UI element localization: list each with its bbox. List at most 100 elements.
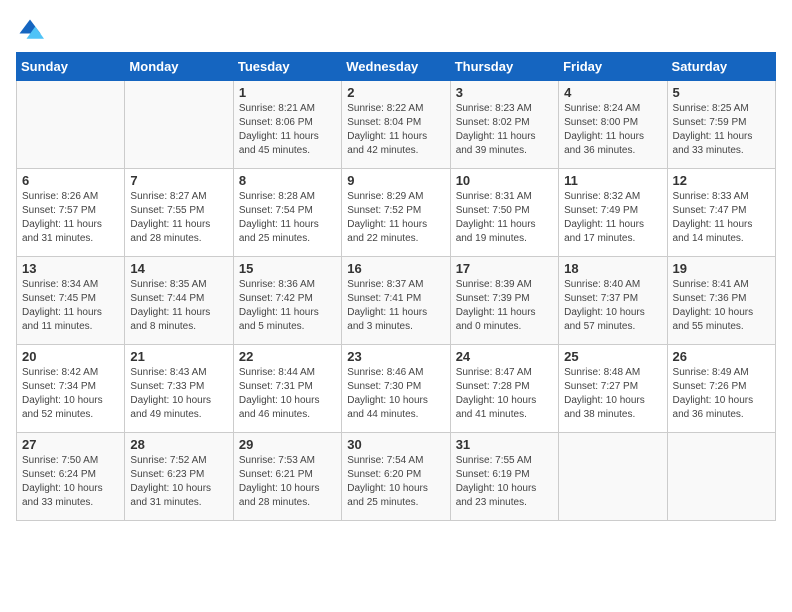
calendar-cell: 27 Sunrise: 7:50 AM Sunset: 6:24 PM Dayli… xyxy=(17,433,125,521)
day-info: Sunrise: 8:29 AM Sunset: 7:52 PM Dayligh… xyxy=(347,190,444,246)
day-number: 17 xyxy=(456,261,553,276)
day-number: 20 xyxy=(22,349,119,364)
calendar-cell: 12 Sunrise: 8:33 AM Sunset: 7:47 PM Dayli… xyxy=(667,169,775,257)
day-number: 2 xyxy=(347,85,444,100)
day-info: Sunrise: 8:26 AM Sunset: 7:57 PM Dayligh… xyxy=(22,190,119,246)
calendar-cell xyxy=(667,433,775,521)
calendar-cell: 24Sunrise: 8:47 AM Sunset: 7:28 PM Dayli… xyxy=(450,345,558,433)
day-number: 10 xyxy=(456,173,553,188)
calendar-cell xyxy=(125,81,233,169)
day-info: Sunrise: 8:46 AM Sunset: 7:30 PM Dayligh… xyxy=(347,366,444,422)
day-number: 14 xyxy=(130,261,227,276)
day-number: 18 xyxy=(564,261,661,276)
page-header xyxy=(16,16,776,44)
day-info: Sunrise: 7:53 AM Sunset: 6:21 PM Dayligh… xyxy=(239,454,336,510)
day-number: 5 xyxy=(673,85,770,100)
day-number: 31 xyxy=(456,437,553,452)
calendar-cell: 20 Sunrise: 8:42 AM Sunset: 7:34 PM Dayli… xyxy=(17,345,125,433)
day-info: Sunrise: 8:32 AM Sunset: 7:49 PM Dayligh… xyxy=(564,190,661,246)
day-info: Sunrise: 8:37 AM Sunset: 7:41 PM Dayligh… xyxy=(347,278,444,334)
day-info: Sunrise: 8:24 AM Sunset: 8:00 PM Dayligh… xyxy=(564,102,661,158)
day-info: Sunrise: 8:34 AM Sunset: 7:45 PM Dayligh… xyxy=(22,278,119,334)
day-number: 13 xyxy=(22,261,119,276)
calendar-cell: 30 Sunrise: 7:54 AM Sunset: 6:20 PM Dayli… xyxy=(342,433,450,521)
weekday-header-tuesday: Tuesday xyxy=(233,53,341,81)
calendar-week-5: 27 Sunrise: 7:50 AM Sunset: 6:24 PM Dayli… xyxy=(17,433,776,521)
day-info: Sunrise: 7:50 AM Sunset: 6:24 PM Dayligh… xyxy=(22,454,119,510)
logo xyxy=(16,16,48,44)
day-info: Sunrise: 8:42 AM Sunset: 7:34 PM Dayligh… xyxy=(22,366,119,422)
weekday-header-wednesday: Wednesday xyxy=(342,53,450,81)
day-number: 22 xyxy=(239,349,336,364)
day-info: Sunrise: 7:55 AM Sunset: 6:19 PM Dayligh… xyxy=(456,454,553,510)
weekday-header-friday: Friday xyxy=(559,53,667,81)
day-number: 8 xyxy=(239,173,336,188)
day-info: Sunrise: 7:54 AM Sunset: 6:20 PM Dayligh… xyxy=(347,454,444,510)
day-info: Sunrise: 8:48 AM Sunset: 7:27 PM Dayligh… xyxy=(564,366,661,422)
logo-icon xyxy=(16,16,44,44)
calendar-cell: 10 Sunrise: 8:31 AM Sunset: 7:50 PM Dayli… xyxy=(450,169,558,257)
day-number: 25 xyxy=(564,349,661,364)
calendar-cell: 25 Sunrise: 8:48 AM Sunset: 7:27 PM Dayli… xyxy=(559,345,667,433)
day-number: 26 xyxy=(673,349,770,364)
day-number: 6 xyxy=(22,173,119,188)
day-number: 7 xyxy=(130,173,227,188)
day-number: 15 xyxy=(239,261,336,276)
weekday-header-monday: Monday xyxy=(125,53,233,81)
calendar-cell xyxy=(17,81,125,169)
day-info: Sunrise: 8:36 AM Sunset: 7:42 PM Dayligh… xyxy=(239,278,336,334)
day-info: Sunrise: 8:47 AM Sunset: 7:28 PM Dayligh… xyxy=(456,366,553,422)
calendar-cell: 11 Sunrise: 8:32 AM Sunset: 7:49 PM Dayli… xyxy=(559,169,667,257)
calendar-cell: 6 Sunrise: 8:26 AM Sunset: 7:57 PM Daylig… xyxy=(17,169,125,257)
weekday-header-sunday: Sunday xyxy=(17,53,125,81)
day-info: Sunrise: 7:52 AM Sunset: 6:23 PM Dayligh… xyxy=(130,454,227,510)
day-info: Sunrise: 8:39 AM Sunset: 7:39 PM Dayligh… xyxy=(456,278,553,334)
calendar-cell: 8 Sunrise: 8:28 AM Sunset: 7:54 PM Daylig… xyxy=(233,169,341,257)
day-info: Sunrise: 8:49 AM Sunset: 7:26 PM Dayligh… xyxy=(673,366,770,422)
calendar-table: SundayMondayTuesdayWednesdayThursdayFrid… xyxy=(16,52,776,521)
calendar-cell: 31 Sunrise: 7:55 AM Sunset: 6:19 PM Dayli… xyxy=(450,433,558,521)
calendar-cell: 21Sunrise: 8:43 AM Sunset: 7:33 PM Dayli… xyxy=(125,345,233,433)
calendar-cell xyxy=(559,433,667,521)
day-number: 4 xyxy=(564,85,661,100)
calendar-cell: 14 Sunrise: 8:35 AM Sunset: 7:44 PM Dayli… xyxy=(125,257,233,345)
calendar-cell: 7 Sunrise: 8:27 AM Sunset: 7:55 PM Daylig… xyxy=(125,169,233,257)
day-number: 12 xyxy=(673,173,770,188)
day-info: Sunrise: 8:27 AM Sunset: 7:55 PM Dayligh… xyxy=(130,190,227,246)
day-number: 9 xyxy=(347,173,444,188)
calendar-cell: 17 Sunrise: 8:39 AM Sunset: 7:39 PM Dayli… xyxy=(450,257,558,345)
day-number: 23 xyxy=(347,349,444,364)
day-number: 16 xyxy=(347,261,444,276)
day-number: 3 xyxy=(456,85,553,100)
calendar-cell: 19Sunrise: 8:41 AM Sunset: 7:36 PM Dayli… xyxy=(667,257,775,345)
calendar-cell: 4 Sunrise: 8:24 AM Sunset: 8:00 PM Daylig… xyxy=(559,81,667,169)
calendar-cell: 5Sunrise: 8:25 AM Sunset: 7:59 PM Daylig… xyxy=(667,81,775,169)
day-info: Sunrise: 8:33 AM Sunset: 7:47 PM Dayligh… xyxy=(673,190,770,246)
calendar-cell: 16 Sunrise: 8:37 AM Sunset: 7:41 PM Dayli… xyxy=(342,257,450,345)
day-info: Sunrise: 8:28 AM Sunset: 7:54 PM Dayligh… xyxy=(239,190,336,246)
day-info: Sunrise: 8:35 AM Sunset: 7:44 PM Dayligh… xyxy=(130,278,227,334)
day-number: 30 xyxy=(347,437,444,452)
calendar-cell: 26 Sunrise: 8:49 AM Sunset: 7:26 PM Dayli… xyxy=(667,345,775,433)
calendar-cell: 23 Sunrise: 8:46 AM Sunset: 7:30 PM Dayli… xyxy=(342,345,450,433)
day-info: Sunrise: 8:43 AM Sunset: 7:33 PM Dayligh… xyxy=(130,366,227,422)
day-number: 11 xyxy=(564,173,661,188)
day-info: Sunrise: 8:44 AM Sunset: 7:31 PM Dayligh… xyxy=(239,366,336,422)
day-number: 27 xyxy=(22,437,119,452)
calendar-cell: 2 Sunrise: 8:22 AM Sunset: 8:04 PM Daylig… xyxy=(342,81,450,169)
day-info: Sunrise: 8:22 AM Sunset: 8:04 PM Dayligh… xyxy=(347,102,444,158)
weekday-header-saturday: Saturday xyxy=(667,53,775,81)
calendar-header: SundayMondayTuesdayWednesdayThursdayFrid… xyxy=(17,53,776,81)
calendar-cell: 3Sunrise: 8:23 AM Sunset: 8:02 PM Daylig… xyxy=(450,81,558,169)
calendar-cell: 1Sunrise: 8:21 AM Sunset: 8:06 PM Daylig… xyxy=(233,81,341,169)
day-number: 19 xyxy=(673,261,770,276)
day-number: 29 xyxy=(239,437,336,452)
calendar-body: 1Sunrise: 8:21 AM Sunset: 8:06 PM Daylig… xyxy=(17,81,776,521)
calendar-cell: 28Sunrise: 7:52 AM Sunset: 6:23 PM Dayli… xyxy=(125,433,233,521)
day-info: Sunrise: 8:31 AM Sunset: 7:50 PM Dayligh… xyxy=(456,190,553,246)
calendar-cell: 22 Sunrise: 8:44 AM Sunset: 7:31 PM Dayli… xyxy=(233,345,341,433)
day-number: 1 xyxy=(239,85,336,100)
calendar-week-4: 20 Sunrise: 8:42 AM Sunset: 7:34 PM Dayli… xyxy=(17,345,776,433)
calendar-week-3: 13 Sunrise: 8:34 AM Sunset: 7:45 PM Dayli… xyxy=(17,257,776,345)
calendar-cell: 13 Sunrise: 8:34 AM Sunset: 7:45 PM Dayli… xyxy=(17,257,125,345)
